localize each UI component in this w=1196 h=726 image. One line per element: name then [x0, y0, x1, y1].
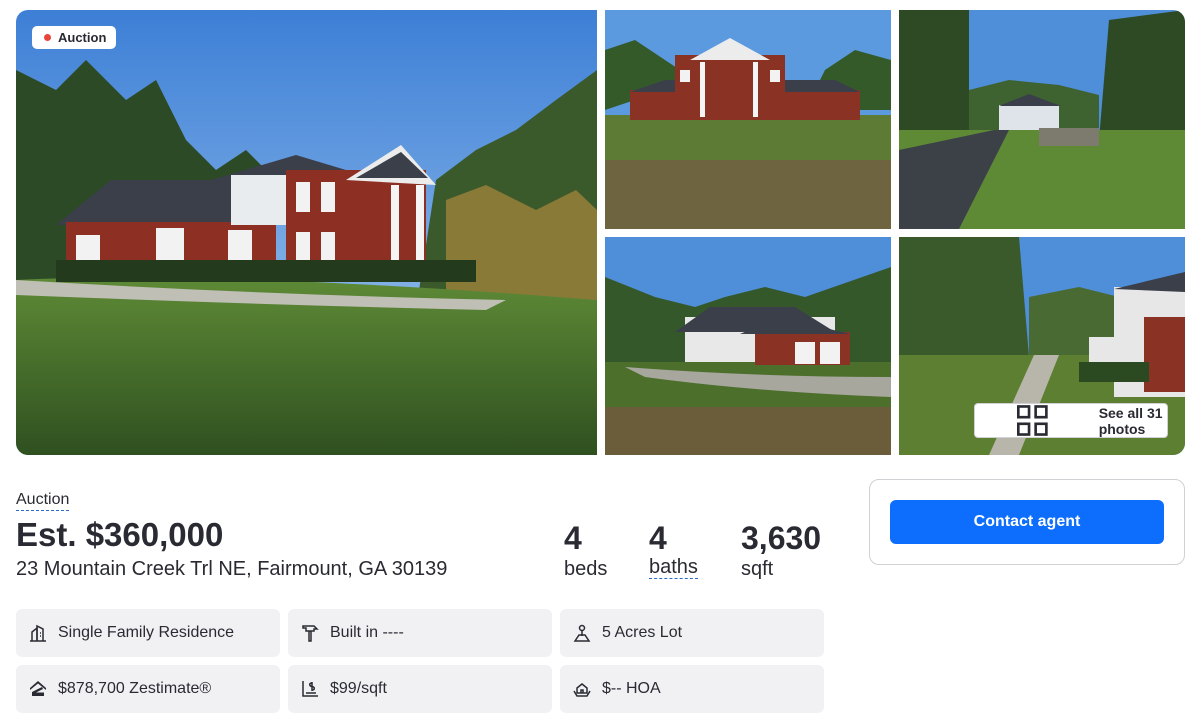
fact-text: $-- HOA	[602, 680, 661, 697]
baths-stat: 4 baths	[649, 520, 698, 579]
badge-dot	[44, 34, 51, 41]
beds-value: 4	[564, 520, 582, 556]
contact-agent-button[interactable]: Contact agent	[890, 500, 1164, 544]
home-type-icon	[30, 624, 46, 642]
see-all-photos-button[interactable]: See all 31 photos	[974, 403, 1168, 438]
photo-thumbnail[interactable]	[605, 10, 891, 229]
fact-hoa: $-- HOA	[560, 665, 824, 713]
fact-text: $99/sqft	[330, 680, 387, 697]
fact-lot-size: 5 Acres Lot	[560, 609, 824, 657]
see-all-label: See all 31 photos	[1098, 404, 1163, 437]
lot-icon	[573, 624, 591, 642]
fact-text: $878,700 Zestimate®	[58, 680, 212, 697]
listing-price: Est. $360,000	[16, 516, 224, 553]
photo-thumbnail[interactable]	[899, 10, 1185, 229]
photo-gallery: Auction See all 31 photos	[16, 10, 1185, 455]
fact-text: Single Family Residence	[58, 624, 235, 641]
baths-label[interactable]: baths	[649, 556, 698, 579]
fact-price-per-sqft: $99/sqft	[288, 665, 552, 713]
badge-label: Auction	[58, 30, 107, 45]
price-per-sqft-icon	[302, 681, 318, 697]
beds-stat: 4 beds	[564, 520, 607, 582]
fact-text: 5 Acres Lot	[602, 624, 683, 641]
photo-thumbnail[interactable]	[605, 237, 891, 455]
zestimate-icon	[30, 681, 46, 696]
fact-zestimate[interactable]: $878,700 Zestimate®	[16, 665, 280, 713]
baths-value: 4	[649, 520, 667, 556]
listing-status[interactable]: Auction	[16, 490, 70, 511]
sqft-stat: 3,630 sqft	[741, 520, 821, 582]
sqft-label: sqft	[741, 558, 774, 580]
grid-icon	[1016, 405, 1048, 436]
sqft-value: 3,630	[741, 520, 822, 556]
auction-badge: Auction	[32, 26, 117, 49]
fact-home-type: Single Family Residence	[16, 609, 280, 657]
fact-text: Built in ----	[330, 624, 404, 641]
beds-label: beds	[564, 558, 608, 580]
fact-year-built: Built in ----	[288, 609, 552, 657]
photo-thumbnail[interactable]: See all 31 photos	[899, 237, 1185, 455]
main-photo[interactable]: Auction	[16, 10, 597, 455]
hammer-icon	[302, 625, 319, 642]
hoa-icon	[573, 683, 591, 697]
contact-card: Contact agent	[869, 479, 1185, 565]
listing-address: 23 Mountain Creek Trl NE, Fairmount, GA …	[16, 558, 448, 580]
